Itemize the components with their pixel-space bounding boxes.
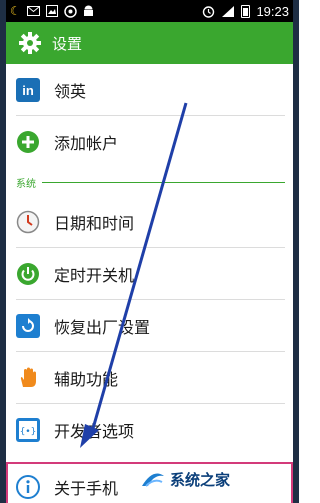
hand-icon xyxy=(16,366,40,390)
settings-list: in 领英 添加帐户 系统 日期和时间 定时开关机 恢复出厂设置 辅助功能 {•… xyxy=(6,64,293,503)
section-label: 系统 xyxy=(16,178,36,190)
linkedin-icon: in xyxy=(16,78,40,102)
settings-item-scheduled-power[interactable]: 定时开关机 xyxy=(6,248,293,300)
reset-icon xyxy=(16,314,40,338)
signal-icon xyxy=(221,5,235,18)
status-bar: ☾ 19:23 xyxy=(6,0,293,22)
settings-item-label: 定时开关机 xyxy=(54,266,135,285)
image-icon xyxy=(45,5,58,17)
settings-item-label: 恢复出厂设置 xyxy=(54,318,151,337)
settings-item-label: 开发者选项 xyxy=(54,422,135,441)
moon-icon: ☾ xyxy=(10,4,21,18)
svg-text:{•}: {•} xyxy=(20,427,36,437)
add-circle-icon xyxy=(16,130,40,154)
browser-icon xyxy=(64,4,77,18)
settings-item-linkedin[interactable]: in 领英 xyxy=(6,64,293,116)
watermark: 系统之家 xyxy=(140,466,230,492)
settings-item-label: 领英 xyxy=(54,82,87,101)
settings-item-add-account[interactable]: 添加帐户 xyxy=(6,116,293,168)
alarm-icon xyxy=(202,5,215,18)
settings-item-developer-options[interactable]: {•} 开发者选项 xyxy=(6,404,293,456)
settings-item-label: 添加帐户 xyxy=(54,134,119,153)
watermark-text: 系统之家 xyxy=(170,470,231,489)
settings-item-date-time[interactable]: 日期和时间 xyxy=(6,196,293,248)
gear-icon[interactable] xyxy=(18,31,42,55)
info-icon xyxy=(16,475,40,499)
action-bar: 设置 xyxy=(6,22,293,64)
developer-icon: {•} xyxy=(16,418,40,442)
section-header-system: 系统 xyxy=(6,168,293,196)
power-icon xyxy=(16,262,40,286)
settings-item-label: 日期和时间 xyxy=(54,214,135,233)
section-divider xyxy=(42,181,285,183)
settings-item-accessibility[interactable]: 辅助功能 xyxy=(6,352,293,404)
android-icon xyxy=(83,5,94,18)
watermark-logo-icon xyxy=(140,466,166,492)
page-title: 设置 xyxy=(52,34,83,53)
clock-icon xyxy=(16,210,40,234)
svg-text:in: in xyxy=(22,83,34,98)
settings-item-label: 关于手机 xyxy=(54,479,119,498)
clock-time: 19:23 xyxy=(256,3,289,19)
settings-item-factory-reset[interactable]: 恢复出厂设置 xyxy=(6,300,293,352)
settings-item-label: 辅助功能 xyxy=(54,370,119,389)
mail-icon xyxy=(26,6,40,16)
battery-icon xyxy=(241,4,251,18)
